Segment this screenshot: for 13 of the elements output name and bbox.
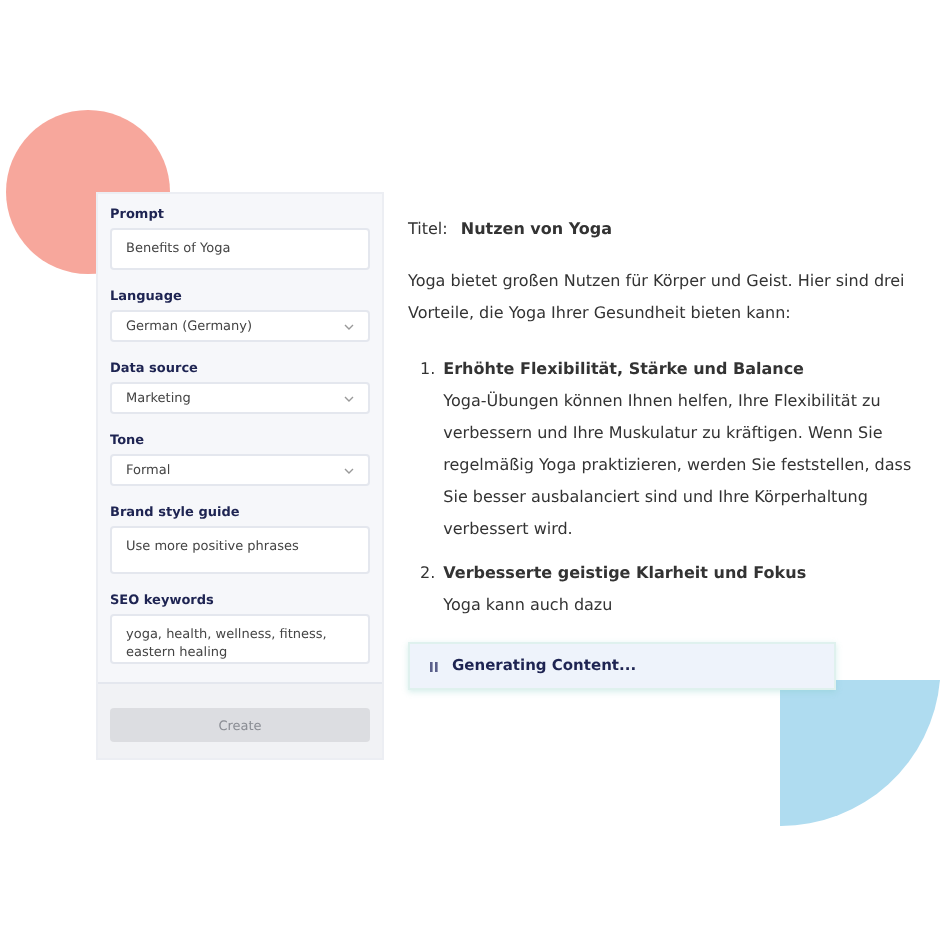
paragraph: Yoga kann auch dazu bbox=[443, 594, 615, 618]
caret-icon bbox=[344, 323, 354, 330]
document-title: Nutzen von Yoga bbox=[460, 220, 613, 238]
caret-icon bbox=[344, 395, 354, 402]
pause-icon bbox=[430, 661, 438, 671]
paragraph: Yoga-Übungen können Ihnen helfen, Ihre Flexibilität zu verbessern und Ihre Muskulatur zu kräftigen. Wenn Sie regelmäßig Yoga praktizieren, werden Sie feststellen, dass Sie besser ausbalanciert sind und Ihre Körperhaltung verbessert wird. bbox=[443, 389, 914, 542]
list-number: 1. bbox=[420, 358, 436, 382]
list-number: 2. bbox=[420, 562, 436, 586]
list-heading: Erhöhte Flexibilität, Stärke und Balance bbox=[443, 358, 806, 382]
list-heading: Verbesserte geistige Klarheit und Fokus bbox=[443, 562, 807, 586]
caret-icon bbox=[344, 467, 354, 474]
title-label: Titel: bbox=[408, 220, 448, 238]
paragraph: Yoga bietet großen Nutzen für Körper und Geist. Hier sind drei Vorteile, die Yoga Ihrer Gesundheit bieten kann: bbox=[408, 270, 907, 326]
